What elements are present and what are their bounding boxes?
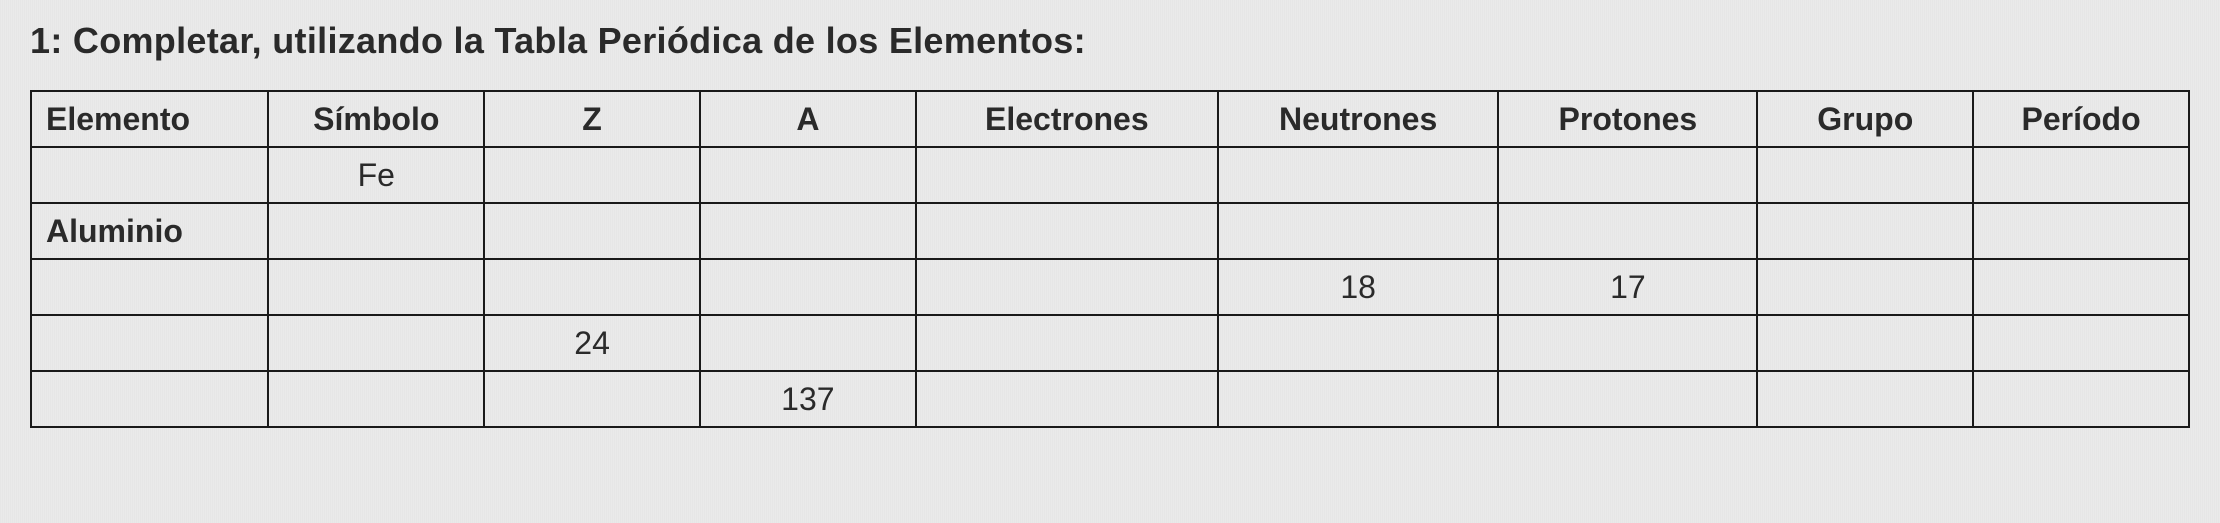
cell-elemento[interactable]: [31, 315, 268, 371]
cell-periodo[interactable]: [1973, 371, 2189, 427]
cell-periodo[interactable]: [1973, 259, 2189, 315]
cell-periodo[interactable]: [1973, 203, 2189, 259]
cell-electrones[interactable]: [916, 315, 1218, 371]
cell-electrones[interactable]: [916, 259, 1218, 315]
table-row: Aluminio: [31, 203, 2189, 259]
cell-a[interactable]: [700, 203, 916, 259]
cell-neutrones[interactable]: [1218, 147, 1499, 203]
header-simbolo: Símbolo: [268, 91, 484, 147]
cell-grupo[interactable]: [1757, 147, 1973, 203]
cell-z[interactable]: [484, 147, 700, 203]
cell-elemento[interactable]: Aluminio: [31, 203, 268, 259]
header-elemento: Elemento: [31, 91, 268, 147]
cell-periodo[interactable]: [1973, 147, 2189, 203]
instruction-text: 1: Completar, utilizando la Tabla Periód…: [30, 20, 2190, 62]
cell-a: 137: [700, 371, 916, 427]
cell-grupo[interactable]: [1757, 371, 1973, 427]
header-z: Z: [484, 91, 700, 147]
cell-grupo[interactable]: [1757, 315, 1973, 371]
cell-simbolo[interactable]: [268, 371, 484, 427]
header-electrones: Electrones: [916, 91, 1218, 147]
header-protones: Protones: [1498, 91, 1757, 147]
cell-simbolo[interactable]: [268, 259, 484, 315]
cell-electrones[interactable]: [916, 203, 1218, 259]
cell-periodo[interactable]: [1973, 315, 2189, 371]
cell-simbolo[interactable]: [268, 203, 484, 259]
cell-a[interactable]: [700, 147, 916, 203]
cell-z[interactable]: [484, 259, 700, 315]
cell-protones[interactable]: [1498, 147, 1757, 203]
cell-protones[interactable]: 17: [1498, 259, 1757, 315]
header-a: A: [700, 91, 916, 147]
cell-neutrones[interactable]: [1218, 371, 1499, 427]
cell-grupo[interactable]: [1757, 259, 1973, 315]
cell-elemento[interactable]: [31, 371, 268, 427]
cell-a[interactable]: [700, 315, 916, 371]
cell-a[interactable]: [700, 259, 916, 315]
cell-grupo[interactable]: [1757, 203, 1973, 259]
cell-electrones[interactable]: [916, 371, 1218, 427]
cell-elemento[interactable]: [31, 147, 268, 203]
cell-simbolo[interactable]: Fe: [268, 147, 484, 203]
cell-protones[interactable]: [1498, 203, 1757, 259]
cell-simbolo[interactable]: [268, 315, 484, 371]
cell-protones[interactable]: [1498, 315, 1757, 371]
periodic-exercise-table: Elemento Símbolo Z A Electrones Neutrone…: [30, 90, 2190, 428]
header-periodo: Período: [1973, 91, 2189, 147]
cell-protones[interactable]: [1498, 371, 1757, 427]
cell-z[interactable]: 24: [484, 315, 700, 371]
cell-elemento[interactable]: [31, 259, 268, 315]
table-row: 18 17: [31, 259, 2189, 315]
header-neutrones: Neutrones: [1218, 91, 1499, 147]
cell-electrones[interactable]: [916, 147, 1218, 203]
table-row: 137: [31, 371, 2189, 427]
table-row: Fe: [31, 147, 2189, 203]
table-header-row: Elemento Símbolo Z A Electrones Neutrone…: [31, 91, 2189, 147]
cell-z[interactable]: [484, 371, 700, 427]
header-grupo: Grupo: [1757, 91, 1973, 147]
cell-neutrones[interactable]: [1218, 315, 1499, 371]
cell-neutrones[interactable]: [1218, 203, 1499, 259]
table-row: 24: [31, 315, 2189, 371]
cell-neutrones[interactable]: 18: [1218, 259, 1499, 315]
cell-z[interactable]: [484, 203, 700, 259]
